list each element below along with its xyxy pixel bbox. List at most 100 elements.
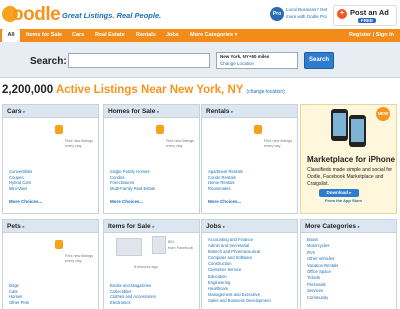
iphone-promo[interactable]: NEW Marketplace for iPhone Classifieds m… [300, 104, 397, 214]
tab-real-estate[interactable]: Real Estate [95, 29, 125, 42]
sign-in-link[interactable]: Sign In [376, 32, 394, 38]
panel-title-text: Jobs [206, 223, 222, 230]
category-nav: All Items for Sale Cars Real Estate Rent… [0, 29, 400, 42]
panel-title[interactable]: Homes for Sale ▸ [104, 105, 199, 118]
list-item[interactable]: Convertibles [9, 169, 32, 175]
iphone-image [331, 109, 348, 141]
change-location-inline[interactable]: (change location) [246, 89, 284, 95]
user-links: Register | Sign In [349, 32, 394, 38]
register-link[interactable]: Register [349, 32, 371, 38]
rentals-list: Apartment Rentals Condo Rentals Home Ren… [208, 169, 243, 191]
arrow-right-icon: ▸ [22, 224, 25, 229]
panel-title[interactable]: More Categories ▸ [301, 220, 396, 233]
list-item[interactable]: Sales and Business Development [208, 298, 271, 304]
alert-icon[interactable] [55, 240, 63, 249]
tab-items-for-sale[interactable]: Items for Sale [26, 29, 62, 42]
pro-promo-text: Local Business? Get more with Oodle Pro [286, 7, 328, 19]
list-item[interactable]: Multi-Family Real Estate [110, 186, 155, 192]
item-source: from Facebook [168, 246, 194, 250]
app-store-text: From the App Store [325, 198, 363, 203]
more-choices-link[interactable]: More Choices... [110, 199, 143, 204]
tab-jobs[interactable]: Jobs [166, 29, 179, 42]
alert-text: Find new listings every day [264, 139, 293, 148]
pro-icon: Pro [270, 7, 284, 21]
panel-title-text: Homes for Sale [108, 108, 156, 115]
panel-title[interactable]: Pets ▸ [3, 220, 98, 233]
seller-avatar[interactable] [152, 236, 166, 254]
more-choices-link[interactable]: More Choices... [208, 199, 241, 204]
homes-list: Single Family Homes Condos Foreclosures … [110, 169, 155, 191]
tab-more-categories[interactable]: More Categories ▾ [190, 29, 237, 42]
search-button[interactable]: Search [304, 52, 334, 69]
panel-title[interactable]: Items for Sale ▸ [104, 220, 199, 233]
tagline: Great Listings. Real People. [62, 11, 162, 20]
item-time: 5 minutes ago [134, 265, 158, 269]
panel-title-text: Cars [7, 108, 22, 115]
more-choices-link[interactable]: More Choices... [9, 199, 42, 204]
panel-title[interactable]: Jobs ▸ [202, 220, 297, 233]
list-item[interactable]: Mini-Vans [9, 186, 32, 192]
header: oodle Great Listings. Real People. Pro L… [0, 0, 400, 30]
arrow-right-icon: ▸ [23, 109, 26, 114]
promo-description: Classifieds made simple and social for O… [307, 167, 393, 187]
panel-title[interactable]: Cars ▸ [3, 105, 98, 118]
laptop-thumbnail[interactable] [116, 238, 142, 256]
tab-rentals[interactable]: Rentals [136, 29, 156, 42]
arrow-right-icon: ▸ [222, 224, 226, 229]
items-panel: Items for Sale ▸ $20 from Facebook 5 min… [103, 219, 200, 309]
items-list: Books and Magazines Collectibles Clothes… [110, 283, 156, 305]
listing-count: 2,200,000 [2, 84, 54, 96]
panel-title-text: More Categories [305, 223, 356, 230]
free-badge: FREE [358, 18, 377, 23]
list-item[interactable]: Hybrid Cars [9, 180, 32, 186]
tab-cars[interactable]: Cars [72, 29, 84, 42]
panel-title-text: Pets [7, 223, 21, 230]
list-item[interactable]: Books and Magazines [110, 283, 156, 289]
list-item[interactable]: Community [307, 295, 338, 301]
list-item[interactable]: Roommates [208, 186, 243, 192]
pro-promo[interactable]: Pro Local Business? Get more with Oodle … [270, 6, 327, 24]
alert-text: Find new listings every day [166, 139, 195, 148]
arrow-right-icon: ▸ [231, 109, 234, 114]
oodle-logo[interactable]: oodle [2, 4, 61, 26]
more-categories-panel: More Categories ▸ Boats Motorcycles RVs … [300, 219, 397, 309]
panel-title-text: Items for Sale [108, 223, 151, 230]
rentals-panel: Rentals ▸ Find new listings every day Ap… [201, 104, 298, 214]
new-badge: NEW [376, 107, 390, 121]
cars-list: Convertibles Coupes Hybrid Cars Mini-Van… [9, 169, 32, 191]
search-bar: Search: New York, NY+50 miles Change Loc… [0, 42, 400, 78]
arrow-right-icon: ▸ [152, 224, 155, 229]
jobs-list: Accounting and Finance Admin and Secreta… [208, 237, 271, 304]
alert-icon[interactable] [55, 125, 63, 134]
alert-text: Find new listings every day [65, 139, 94, 148]
list-item[interactable]: Apartment Rentals [208, 169, 243, 175]
pets-list: Dogs Cats Horses Other Pets [9, 283, 29, 305]
arrow-right-icon: ▸ [357, 224, 361, 229]
alert-icon[interactable] [156, 125, 164, 134]
item-price: $20 [168, 240, 175, 244]
list-item[interactable]: Single Family Homes [110, 169, 155, 175]
list-item[interactable]: Other Vehicles [307, 256, 338, 262]
jobs-panel: Jobs ▸ Accounting and Finance Admin and … [201, 219, 298, 309]
search-label: Search: [30, 56, 67, 67]
headline-text: Active Listings Near New York, NY [55, 84, 244, 96]
alert-icon[interactable] [254, 125, 262, 134]
list-item[interactable]: Clothes and Accessories [110, 294, 156, 300]
arrow-right-icon: ▸ [157, 109, 160, 114]
more-categories-list: Boats Motorcycles RVs Other Vehicles Vac… [307, 237, 338, 301]
download-button[interactable]: Download ▸ [319, 189, 359, 197]
pets-panel: Pets ▸ Find new listings every day Dogs … [2, 219, 99, 309]
tab-all[interactable]: All [2, 29, 20, 42]
page-title: 2,200,000 Active Listings Near New York,… [2, 84, 285, 96]
panel-title[interactable]: Rentals ▸ [202, 105, 297, 118]
post-ad-button[interactable]: + Post an Ad FREE [333, 5, 397, 26]
list-item[interactable]: Other Pets [9, 300, 29, 306]
search-input[interactable] [68, 53, 210, 68]
alert-text: Find new listings every day [65, 254, 94, 263]
change-location-link[interactable]: Change Location [220, 61, 254, 66]
location-box[interactable]: New York, NY+50 miles Change Location [216, 52, 298, 69]
list-item[interactable]: Electronics [110, 300, 156, 306]
homes-panel: Homes for Sale ▸ Find new listings every… [103, 104, 200, 214]
post-ad-label: Post an Ad [350, 8, 389, 17]
location-text: New York, NY+50 miles [220, 54, 270, 59]
